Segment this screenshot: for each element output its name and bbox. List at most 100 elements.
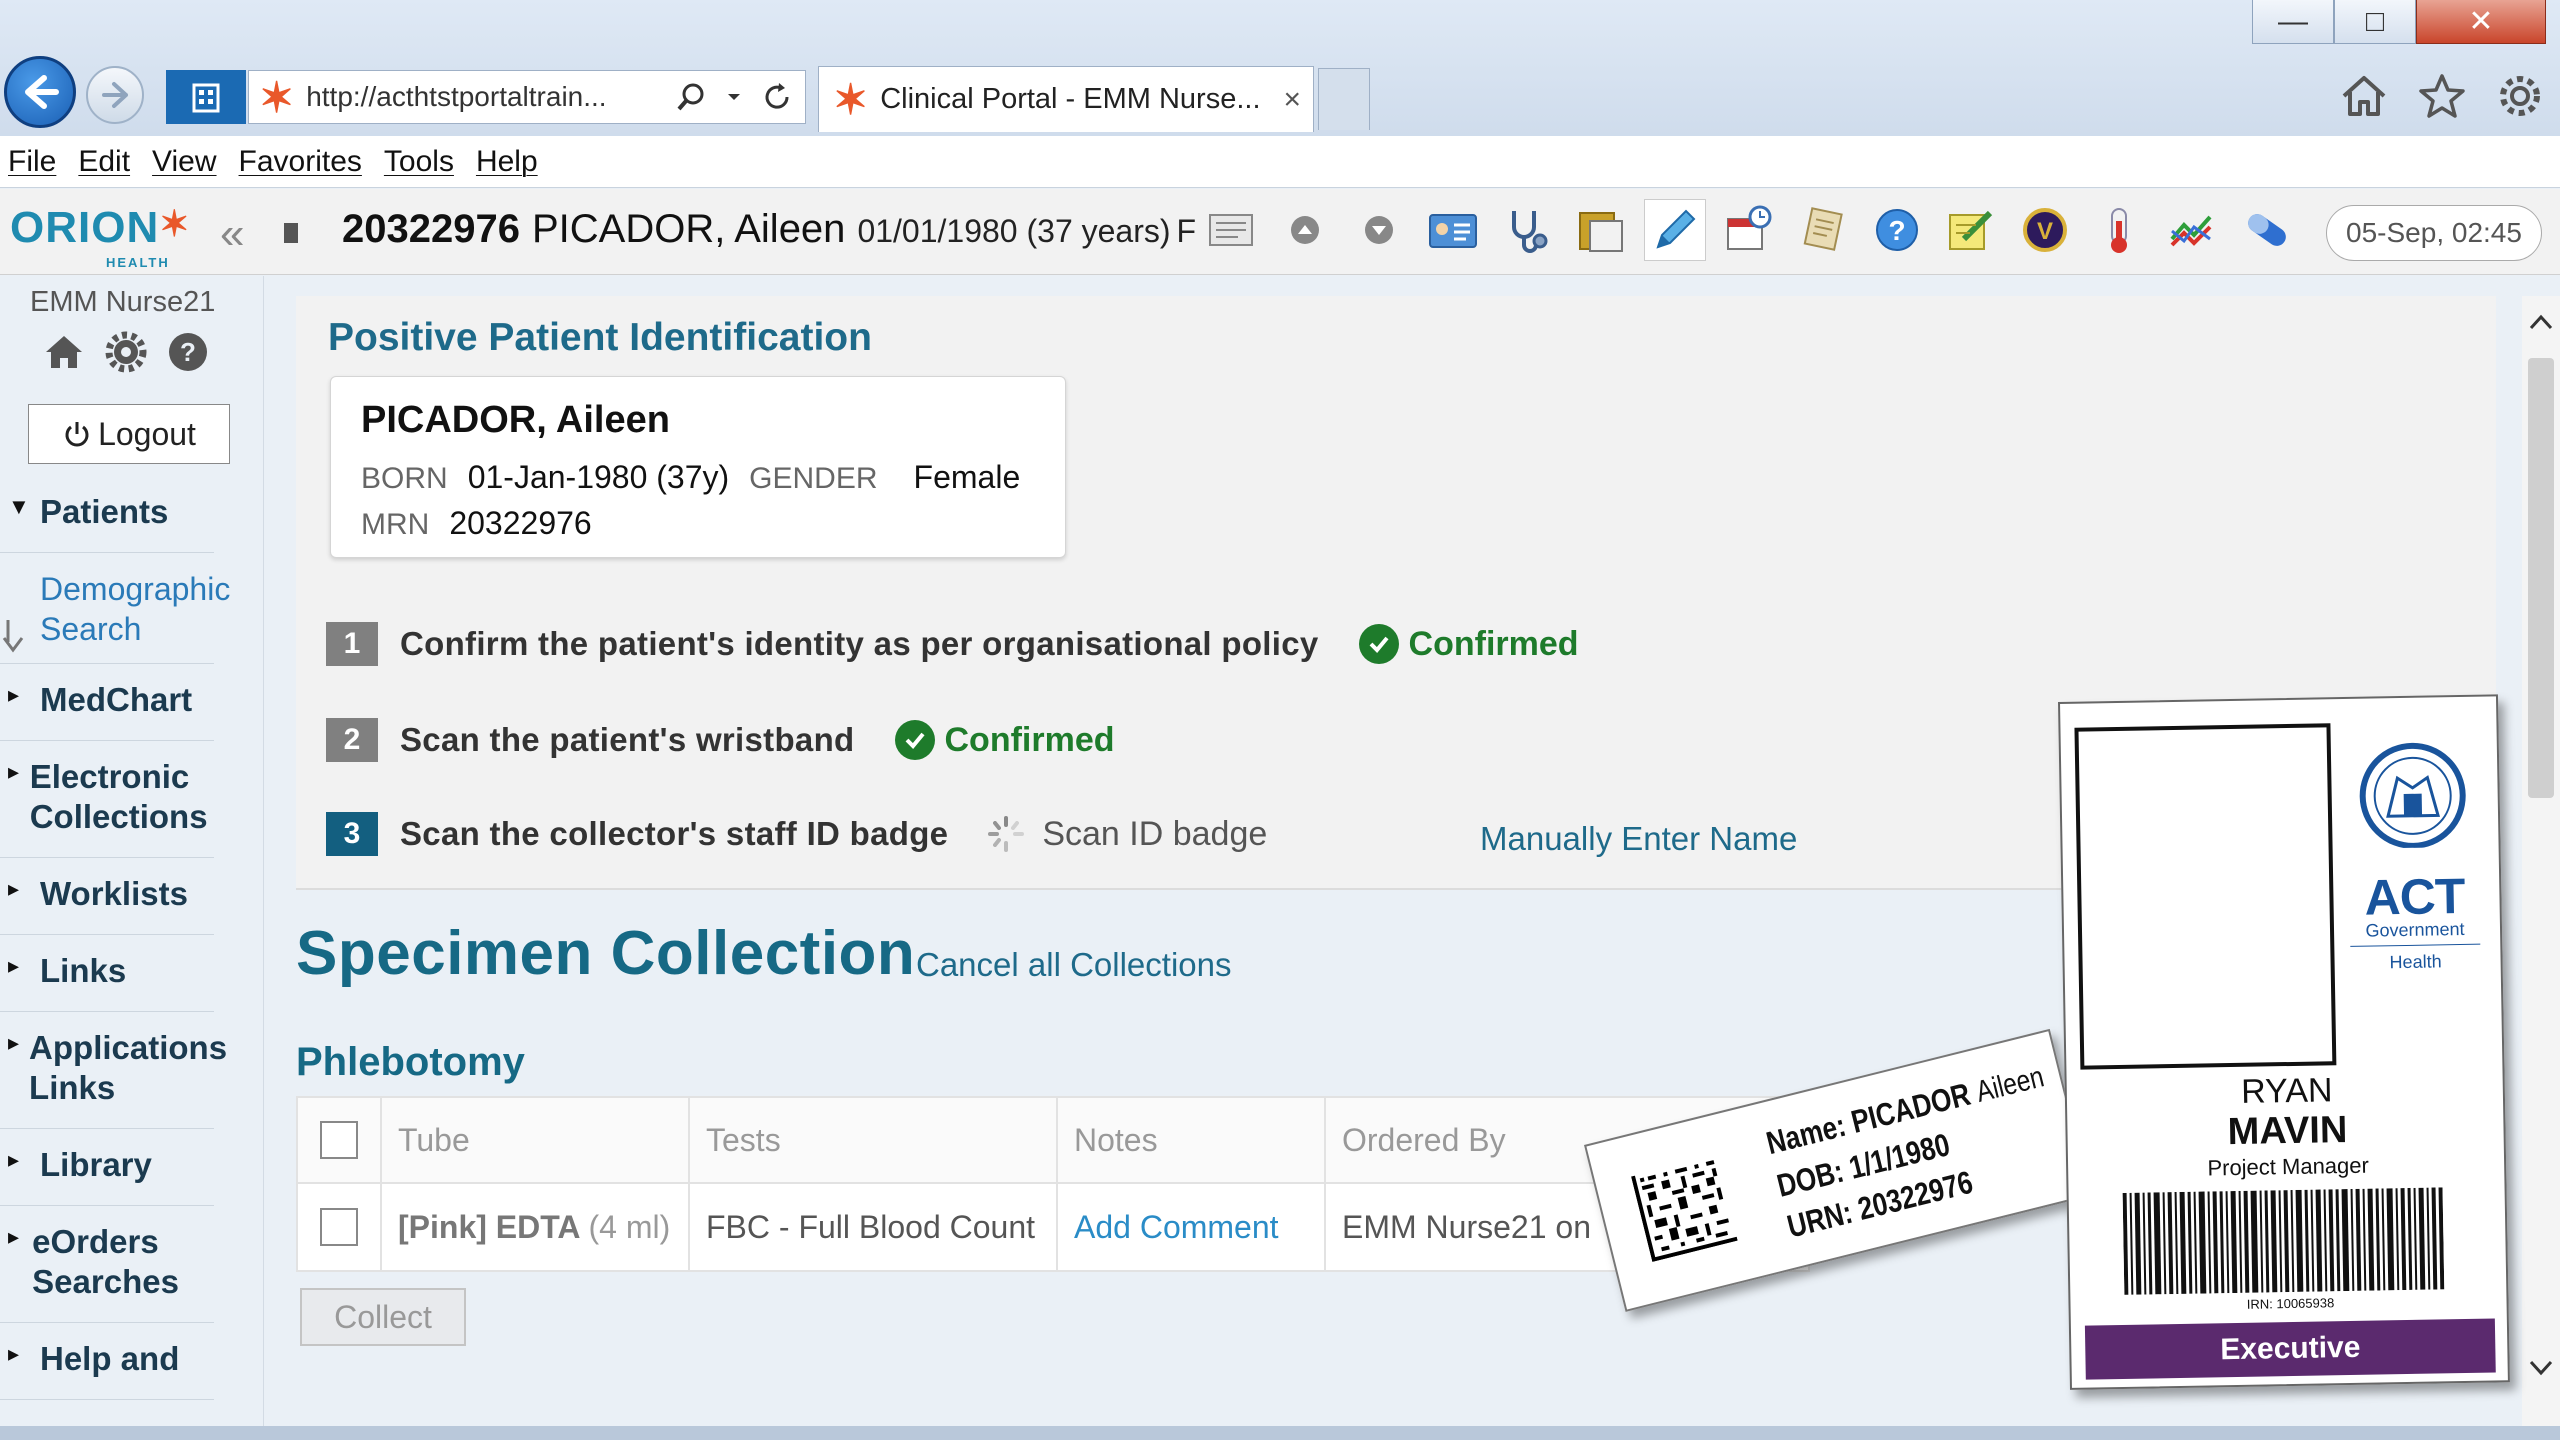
- caret-right-icon: ▸: [8, 759, 20, 784]
- menu-file[interactable]: File: [0, 145, 70, 179]
- maximize-button[interactable]: □: [2334, 0, 2416, 44]
- site-icon[interactable]: [166, 70, 246, 124]
- caret-right-icon: ▸: [8, 682, 20, 707]
- gear-icon[interactable]: [2494, 70, 2546, 122]
- star-icon[interactable]: [2416, 70, 2468, 122]
- up-icon[interactable]: [1274, 199, 1336, 261]
- pill-icon[interactable]: [2236, 199, 2298, 261]
- sidebar-item-worklists[interactable]: ▸ Worklists: [0, 858, 214, 935]
- logout-button[interactable]: Logout: [28, 404, 230, 464]
- gear-icon[interactable]: [104, 330, 148, 374]
- calendar-icon[interactable]: [1718, 199, 1780, 261]
- badge-icon[interactable]: V: [2014, 199, 2076, 261]
- select-all-checkbox[interactable]: [320, 1121, 358, 1159]
- address-url[interactable]: http://acthtstportaltrain...: [306, 81, 675, 113]
- chart-icon[interactable]: [2162, 199, 2224, 261]
- sidebar-item-medchart[interactable]: ▸ MedChart: [0, 664, 214, 741]
- help-icon[interactable]: ?: [166, 330, 210, 374]
- collapse-sidebar-button[interactable]: «: [220, 209, 245, 259]
- check-icon: [1358, 624, 1399, 664]
- tab-close-button[interactable]: ×: [1283, 83, 1301, 117]
- step-text: Scan the collector's staff ID badge: [400, 815, 949, 852]
- patient-sex: F: [1176, 213, 1197, 249]
- logo-subtext: HEALTH: [106, 255, 170, 270]
- home-icon[interactable]: [2338, 70, 2390, 122]
- sidebar-item-demographic-search[interactable]: Demographic Search: [0, 553, 230, 664]
- thermometer-icon[interactable]: [2088, 199, 2150, 261]
- tests-cell: FBC - Full Blood Count: [690, 1184, 1058, 1270]
- status-text: Confirmed: [1408, 624, 1579, 663]
- caret-right-icon: ▸: [8, 953, 20, 978]
- menu-tools[interactable]: Tools: [376, 145, 468, 179]
- id-card-icon[interactable]: [1422, 199, 1484, 261]
- badge-org: ACT: [2364, 867, 2465, 926]
- edit-icon[interactable]: [1940, 199, 2002, 261]
- menu-edit[interactable]: Edit: [70, 145, 144, 179]
- tube-cell: [Pink] EDTA (4 ml): [382, 1184, 690, 1270]
- sidebar-item-applications-links[interactable]: ▸ Applications Links: [0, 1012, 227, 1129]
- badge-dept: Health: [2389, 951, 2442, 973]
- stethoscope-icon[interactable]: [1496, 199, 1558, 261]
- arrow-right-icon: [102, 82, 128, 108]
- caret-right-icon: ▸: [8, 1224, 20, 1249]
- column-header-tube[interactable]: Tube: [382, 1098, 690, 1182]
- new-tab-button[interactable]: [1318, 68, 1370, 130]
- step-text: Scan the patient's wristband: [400, 721, 855, 758]
- patient-banner: 20322976 PICADOR, Aileen 01/01/1980 (37 …: [342, 207, 1196, 252]
- step-status: Confirmed: [1358, 624, 1579, 664]
- drag-handle-icon[interactable]: [0, 616, 26, 656]
- sidebar-item-label: Library: [40, 1146, 152, 1183]
- status-text: Scan ID badge: [1042, 814, 1268, 853]
- caret-right-icon: ▸: [8, 1147, 20, 1172]
- vertical-scrollbar[interactable]: [2522, 296, 2560, 1426]
- sidebar-item-help[interactable]: ▸ Help and: [0, 1323, 214, 1400]
- menu-favorites[interactable]: Favorites: [231, 145, 376, 179]
- step-text: Confirm the patient's identity as per or…: [400, 625, 1319, 662]
- scroll-up-icon[interactable]: [2526, 308, 2556, 338]
- svg-text:?: ?: [180, 337, 196, 367]
- sidebar-item-links[interactable]: ▸ Links: [0, 935, 214, 1012]
- tab-title: Clinical Portal - EMM Nurse...: [880, 83, 1261, 115]
- home-icon[interactable]: [42, 330, 86, 374]
- menu-view[interactable]: View: [144, 145, 230, 179]
- sidebar-item-patients[interactable]: ▼ Patients: [0, 476, 214, 553]
- pen-icon[interactable]: [1644, 199, 1706, 261]
- sidebar-item-library[interactable]: ▸ Library: [0, 1129, 214, 1206]
- back-button[interactable]: [4, 56, 76, 128]
- column-header-tests[interactable]: Tests: [690, 1098, 1058, 1182]
- address-bar[interactable]: ✶ http://acthtstportaltrain...: [248, 70, 806, 124]
- refresh-icon[interactable]: [761, 81, 793, 113]
- help-icon[interactable]: ?: [1866, 199, 1928, 261]
- search-icon[interactable]: [675, 81, 707, 113]
- born-value: 01-Jan-1980 (37y): [467, 459, 730, 495]
- sidebar-item-eorders-searches[interactable]: ▸ eOrders Searches: [0, 1206, 214, 1323]
- folder-icon[interactable]: [1570, 199, 1632, 261]
- column-header-notes[interactable]: Notes: [1058, 1098, 1326, 1182]
- chevron-down-icon[interactable]: [725, 88, 743, 106]
- sidebar-item-electronic-collections[interactable]: ▸ Electronic Collections: [0, 741, 214, 858]
- minimize-button[interactable]: —: [2252, 0, 2334, 44]
- gender-value: Female: [913, 459, 1021, 495]
- scroll-thumb[interactable]: [2528, 358, 2554, 798]
- forward-button[interactable]: [86, 66, 144, 124]
- browser-tab[interactable]: ✶ Clinical Portal - EMM Nurse... ×: [818, 66, 1314, 132]
- collect-button[interactable]: Collect: [300, 1288, 466, 1346]
- phlebotomy-title: Phlebotomy: [296, 1040, 525, 1084]
- add-comment-link[interactable]: Add Comment: [1074, 1209, 1279, 1246]
- pin-icon[interactable]: [284, 223, 298, 243]
- close-window-button[interactable]: ✕: [2416, 0, 2546, 44]
- step-number: 2: [326, 718, 378, 762]
- down-icon[interactable]: [1348, 199, 1410, 261]
- badge-level-band: Executive: [2084, 1318, 2496, 1380]
- menu-help[interactable]: Help: [468, 145, 552, 179]
- notes-icon[interactable]: [1200, 199, 1262, 261]
- cancel-all-collections-link[interactable]: Cancel all Collections: [916, 946, 1231, 984]
- step-number: 1: [326, 622, 378, 666]
- manually-enter-name-link[interactable]: Manually Enter Name: [1480, 820, 1797, 858]
- row-checkbox[interactable]: [320, 1208, 358, 1246]
- svg-text:V: V: [2037, 218, 2053, 245]
- sidebar: EMM Nurse21 ? Logout ▼ Patients Demograp…: [0, 276, 264, 1426]
- scroll-down-icon[interactable]: [2526, 1352, 2556, 1382]
- scroll-icon[interactable]: [1792, 199, 1854, 261]
- step-status: Confirmed: [894, 720, 1115, 760]
